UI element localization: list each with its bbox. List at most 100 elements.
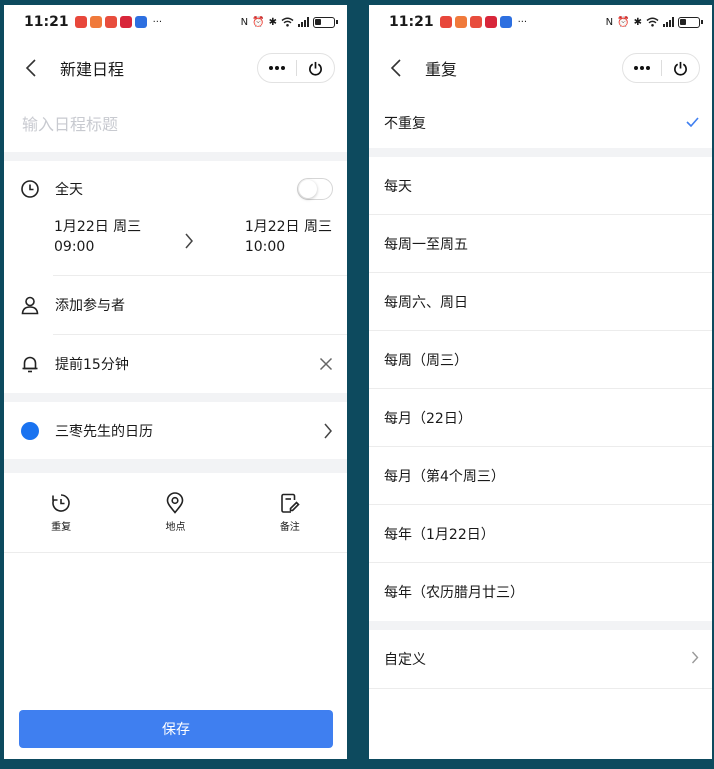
repeat-option-label: 不重复 [384,115,426,132]
page-title: 新建日程 [60,60,125,79]
back-button[interactable] [385,57,407,79]
save-button[interactable]: 保存 [19,710,333,748]
repeat-option-monthly-date[interactable]: 每月（22日） [369,389,712,447]
power-icon [308,61,322,76]
action-bar: 重复 地点 备注 [4,473,347,553]
repeat-option-none[interactable]: 不重复 [369,97,712,148]
repeat-option-daily[interactable]: 每天 [369,157,712,215]
all-day-label: 全天 [55,182,83,198]
app-notification-icon [439,16,452,28]
app-notification-icon [89,16,102,28]
section-gap [4,459,347,473]
reminder-label: 提前15分钟 [55,357,129,373]
start-time-picker[interactable]: 1月22日 周三 09:00 [54,217,141,275]
alarm-icon: ⏰ [617,16,630,28]
reminder-row[interactable]: 提前15分钟 [4,335,347,393]
more-notifications-icon: ··· [517,16,528,28]
calendar-color-dot [21,421,39,440]
mini-program-capsule [257,53,335,83]
power-icon [673,61,687,76]
signal-icon [663,17,674,27]
status-right-icons: N ⏰ ✱ [605,16,703,28]
nfc-icon: N [605,16,614,28]
close-icon [319,357,333,371]
repeat-option-label: 每月（22日） [384,410,472,427]
nav-bar: 重复 [369,39,712,97]
event-title-input[interactable] [22,115,329,134]
back-button[interactable] [20,57,42,79]
repeat-option-monthly-weekday[interactable]: 每月（第4个周三） [369,447,712,505]
calendar-label: 三枣先生的日历 [55,423,153,440]
repeat-option-label: 自定义 [384,652,426,668]
repeat-action-button[interactable]: 重复 [4,492,118,533]
close-mini-program-button[interactable] [662,54,700,82]
bell-icon [20,354,40,374]
repeat-option-label: 每周（周三） [384,352,468,369]
more-dots-icon [633,66,650,70]
add-attendee-label: 添加参与者 [55,298,125,314]
repeat-action-label: 重复 [51,522,72,533]
section-gap [4,152,347,161]
bluetooth-icon: ✱ [633,16,642,28]
close-mini-program-button[interactable] [297,54,335,82]
start-date: 1月22日 周三 [54,219,142,235]
checkmark-icon [686,115,699,131]
notification-icons: ··· [439,16,528,28]
app-notification-icon [119,16,132,28]
more-button[interactable] [258,54,296,82]
notification-icons: ··· [74,16,163,28]
location-action-label: 地点 [165,522,186,533]
chevron-left-icon [390,59,401,77]
repeat-option-yearly-lunar[interactable]: 每年（农历腊月廿三） [369,563,712,621]
note-edit-icon [281,493,300,513]
app-notification-icon [499,16,512,28]
end-time-picker[interactable]: 1月22日 周三 10:00 [245,217,332,275]
event-title-field [4,97,347,152]
repeat-option-weekdays[interactable]: 每周一至周五 [369,215,712,273]
repeat-option-label: 每年（农历腊月廿三） [384,585,524,601]
mini-program-capsule [622,53,700,83]
calendar-row[interactable]: 三枣先生的日历 [4,402,347,459]
start-time: 09:00 [54,239,95,255]
app-notification-icon [74,16,87,28]
repeat-option-label: 每月（第4个周三） [384,468,505,485]
more-notifications-icon: ··· [152,16,163,28]
repeat-option-label: 每周六、周日 [384,294,468,311]
wifi-icon [281,17,294,27]
page-title: 重复 [425,60,458,79]
person-icon [20,295,40,315]
chevron-right-icon [691,651,699,668]
repeat-option-label: 每天 [384,178,412,195]
repeat-screen: 11:21 ··· N ⏰ ✱ 重复 不重复 每天 每周一至周五 每周六、周日 … [369,5,712,759]
end-time: 10:00 [244,239,286,255]
more-button[interactable] [623,54,661,82]
add-attendee-row[interactable]: 添加参与者 [4,276,347,334]
time-range: 1月22日 周三 09:00 1月22日 周三 10:00 [4,217,347,275]
note-action-button[interactable]: 备注 [233,492,347,533]
section-gap [369,148,712,157]
wifi-icon [646,17,659,27]
location-pin-icon [167,492,184,514]
repeat-clock-icon [52,494,70,512]
nfc-icon: N [240,16,249,28]
note-action-label: 备注 [279,522,300,533]
end-date: 1月22日 周三 [244,219,332,235]
weibo-icon [469,16,482,28]
status-time: 11:21 [389,14,434,30]
clear-reminder-button[interactable] [319,357,333,371]
bluetooth-icon: ✱ [268,16,277,28]
repeat-option-weekly[interactable]: 每周（周三） [369,331,712,389]
status-right-icons: N ⏰ ✱ [240,16,338,28]
all-day-toggle[interactable] [297,178,333,200]
app-notification-icon [454,16,467,28]
repeat-option-custom[interactable]: 自定义 [369,630,712,689]
all-day-row: 全天 [4,161,347,217]
repeat-option-label: 每年（1月22日） [384,526,495,543]
repeat-option-label: 每周一至周五 [384,236,468,253]
location-action-button[interactable]: 地点 [118,492,232,533]
repeat-option-weekends[interactable]: 每周六、周日 [369,273,712,331]
repeat-option-yearly[interactable]: 每年（1月22日） [369,505,712,563]
more-dots-icon [268,66,285,70]
weibo-icon [104,16,117,28]
chevron-left-icon [25,59,36,77]
